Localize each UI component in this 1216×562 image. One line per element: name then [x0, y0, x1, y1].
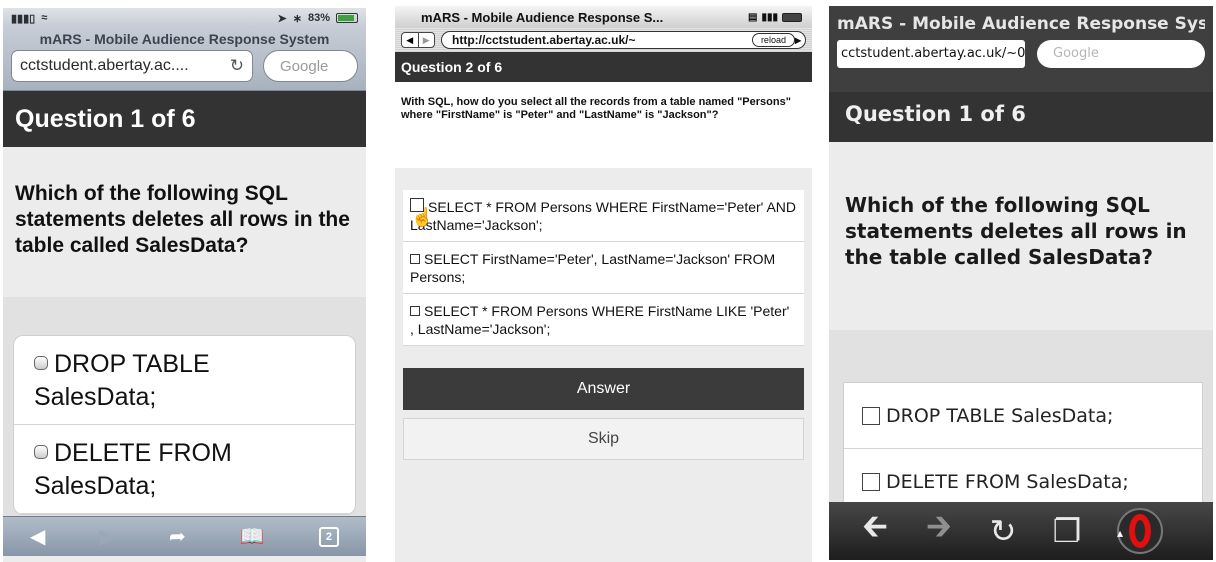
battery-label: 83%: [307, 12, 330, 24]
answer-option-label: SELECT * FROM Persons WHERE FirstName='P…: [410, 199, 797, 233]
url-text: http://cctstudent.abertay.ac.uk/~: [452, 33, 636, 47]
skip-button[interactable]: Skip: [403, 418, 804, 460]
tabs-icon[interactable]: ❐: [1035, 512, 1099, 550]
hand-cursor-icon: ☝: [411, 207, 434, 227]
reload-button[interactable]: reload: [751, 33, 795, 47]
checkbox-icon[interactable]: [410, 306, 420, 316]
wifi-icon: ≈: [41, 12, 48, 24]
page-title: mARS - Mobile Audience Response System: [837, 14, 1205, 34]
question-header: Question 1 of 6: [829, 92, 1213, 142]
forward-arrow-icon[interactable]: ▶: [419, 33, 435, 47]
forward-arrow-icon[interactable]: ▶: [100, 524, 115, 549]
opera-mini-screen: mARS - Mobile Audience Response S... ▤ ▮…: [395, 6, 812, 562]
question-header: Question 2 of 6: [395, 52, 812, 82]
reload-icon[interactable]: ↻: [230, 56, 244, 76]
opera-mobile-screen: mARS - Mobile Audience Response System c…: [829, 6, 1213, 560]
bookmarks-icon[interactable]: 📖: [240, 524, 265, 549]
back-arrow-icon[interactable]: ◀: [30, 524, 45, 549]
answer-area: SELECT * FROM Persons WHERE FirstName='P…: [395, 168, 812, 532]
divider: [3, 297, 366, 335]
address-bar[interactable]: cctstudent.abertay.ac.uk/~0: [837, 40, 1025, 68]
opera-logo-icon: [1129, 514, 1151, 548]
answer-button[interactable]: Answer: [403, 368, 804, 410]
address-row: ◀ ▶ http://cctstudent.abertay.ac.uk/~ re…: [395, 28, 812, 52]
bottom-toolbar: ◀ ▶ ➦ 📖 2: [3, 516, 366, 556]
search-input[interactable]: Google: [263, 50, 358, 82]
answer-option-label: SELECT * FROM Persons WHERE FirstName LI…: [410, 303, 790, 337]
answer-option-label: DELETE FROM SalesData;: [886, 470, 1129, 493]
menu-dot-icon: ▴: [1117, 526, 1124, 540]
search-input[interactable]: Google: [1037, 40, 1205, 68]
share-icon[interactable]: ➦: [169, 524, 186, 549]
reload-icon[interactable]: ↻: [971, 512, 1035, 550]
tabs-icon[interactable]: 2: [318, 526, 339, 547]
signal-icon: ▮▮▮▯: [11, 12, 36, 25]
answer-option[interactable]: DELETE FROM SalesData;: [14, 425, 355, 514]
back-arrow-icon[interactable]: ◀: [402, 33, 419, 47]
chevron-right-icon[interactable]: ▸: [795, 33, 801, 47]
answer-option-label: DROP TABLE SalesData;: [34, 350, 210, 411]
question-text: With SQL, how do you select all the reco…: [395, 82, 812, 168]
address-bar[interactable]: http://cctstudent.abertay.ac.uk/~ reload…: [441, 31, 806, 49]
checkbox-icon[interactable]: [862, 472, 880, 491]
location-icon: ➤: [277, 12, 287, 25]
answer-option-label: SELECT FirstName='Peter', LastName='Jack…: [410, 251, 776, 285]
answer-option[interactable]: SELECT FirstName='Peter', LastName='Jack…: [403, 242, 804, 294]
status-bar: ▮▮▮▯ ≈ ➤ ∗ 83%: [3, 8, 366, 28]
answer-option-label: DELETE FROM SalesData;: [34, 439, 232, 500]
checkbox-icon[interactable]: [34, 356, 48, 370]
signal-icon: ▮▮▮: [761, 11, 778, 23]
answer-area: DROP TABLE SalesData; DELETE FROM SalesD…: [829, 330, 1213, 516]
checkbox-icon[interactable]: [34, 445, 48, 459]
bottom-toolbar: 🡰 🡲 ↻ ❐ ▴: [829, 502, 1213, 560]
url-text: cctstudent.abertay.ac....: [20, 57, 189, 74]
answer-list: DROP TABLE SalesData; DELETE FROM SalesD…: [843, 382, 1203, 516]
browser-toolbar: mARS - Mobile Audience Response System c…: [829, 6, 1213, 92]
iphone-safari-screen: ▮▮▮▯ ≈ ➤ ∗ 83% mARS - Mobile Audience Re…: [3, 8, 366, 562]
checkbox-icon[interactable]: [862, 406, 880, 425]
answer-area: DROP TABLE SalesData; DELETE FROM SalesD…: [3, 335, 366, 535]
answer-list: DROP TABLE SalesData; DELETE FROM SalesD…: [13, 335, 356, 515]
window-title-bar: mARS - Mobile Audience Response S... ▤ ▮…: [395, 6, 812, 28]
nav-buttons: ◀ ▶: [401, 32, 435, 48]
answer-option-label: DROP TABLE SalesData;: [886, 404, 1114, 427]
question-text: Which of the following SQL statements de…: [3, 147, 366, 297]
back-arrow-icon[interactable]: 🡰: [843, 504, 907, 558]
answer-option[interactable]: SELECT * FROM Persons WHERE FirstName='P…: [403, 190, 804, 242]
checkbox-icon[interactable]: [410, 254, 420, 264]
answer-option[interactable]: DROP TABLE SalesData;: [844, 383, 1202, 449]
answer-list: SELECT * FROM Persons WHERE FirstName='P…: [403, 190, 804, 346]
opera-menu-icon[interactable]: ▴: [1117, 508, 1163, 554]
question-text: Which of the following SQL statements de…: [829, 142, 1213, 330]
address-bar[interactable]: cctstudent.abertay.ac.... ↻: [11, 50, 253, 82]
bluetooth-icon: ∗: [292, 12, 302, 25]
question-header: Question 1 of 6: [3, 91, 366, 147]
battery-icon: [782, 12, 802, 22]
wifi-icon: ▤: [748, 11, 758, 23]
answer-option[interactable]: DROP TABLE SalesData;: [14, 336, 355, 425]
page-title: mARS - Mobile Audience Response S...: [421, 9, 664, 25]
forward-arrow-icon[interactable]: 🡲: [907, 504, 971, 558]
battery-icon: [336, 13, 358, 23]
answer-option[interactable]: SELECT * FROM Persons WHERE FirstName LI…: [403, 294, 804, 346]
page-title: mARS - Mobile Audience Response System: [39, 31, 330, 47]
browser-toolbar: mARS - Mobile Audience Response System c…: [3, 28, 366, 91]
